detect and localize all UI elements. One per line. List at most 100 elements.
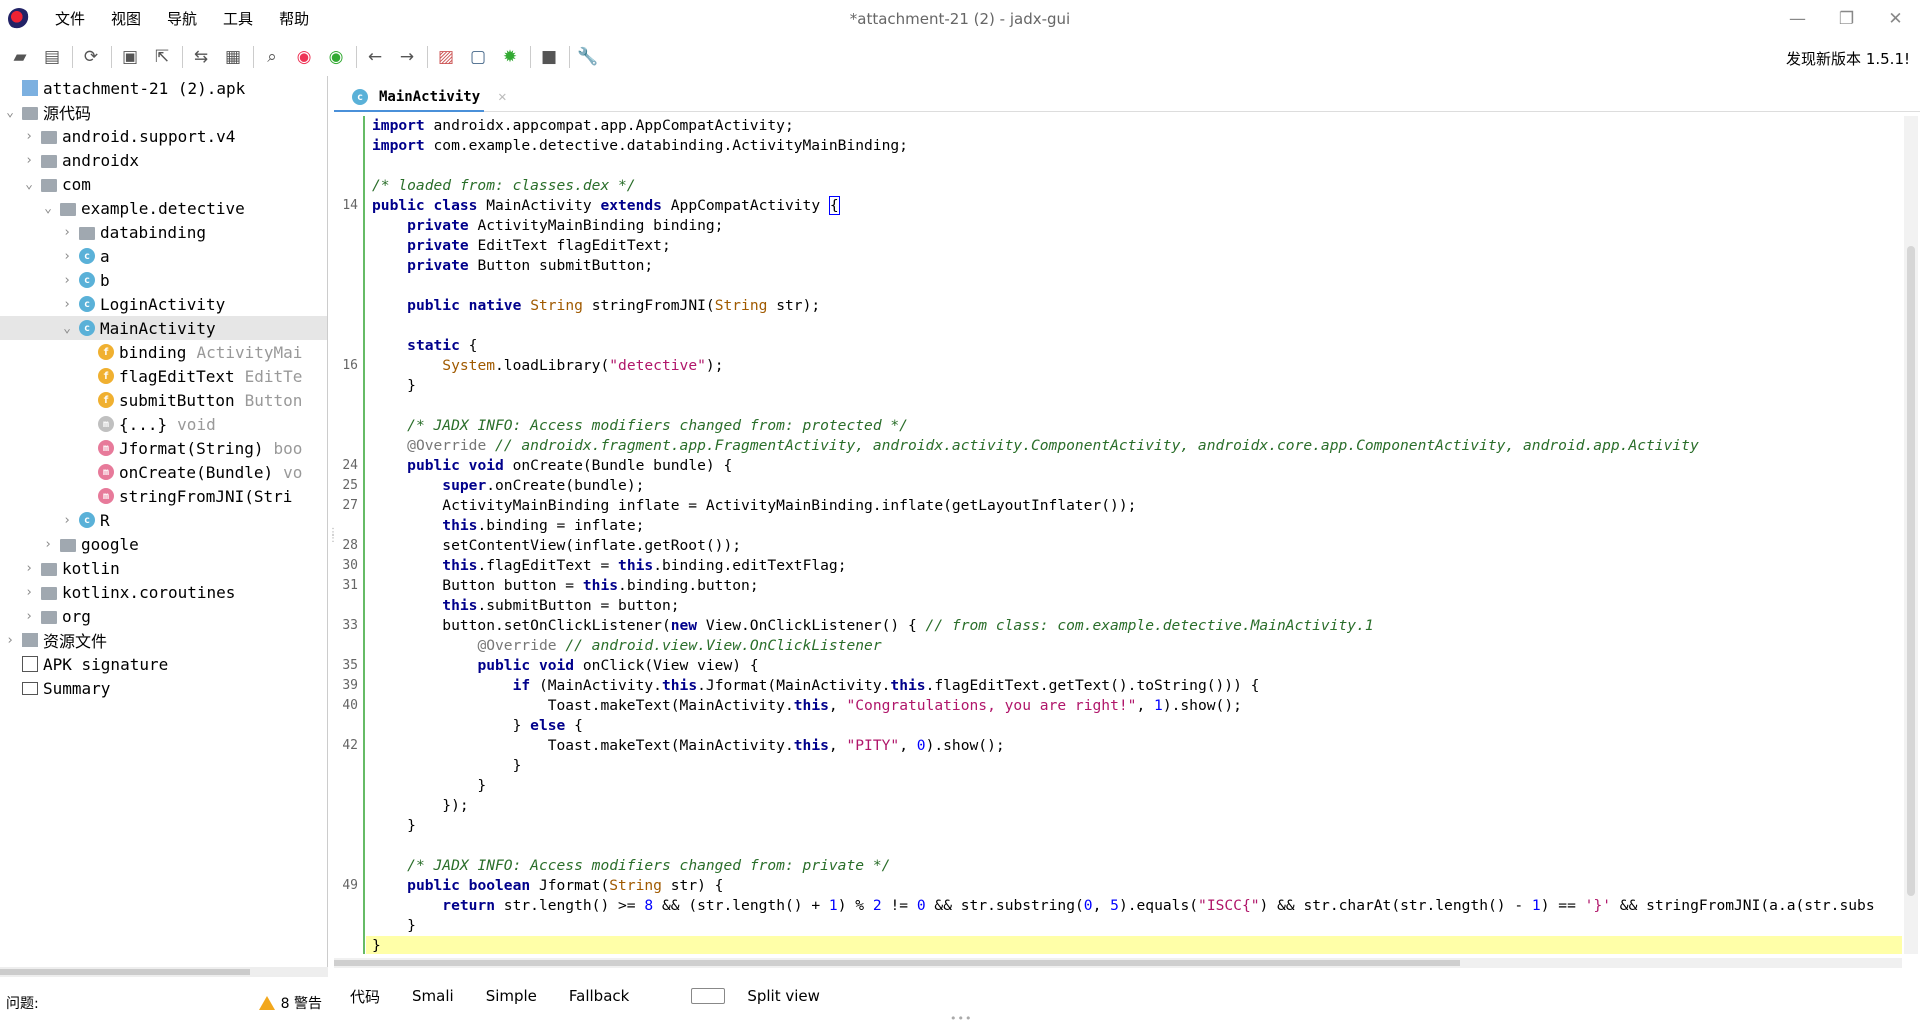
restore-button[interactable]: ❐	[1822, 0, 1871, 38]
code-line[interactable]	[366, 396, 1902, 416]
code-line[interactable]: System.loadLibrary("detective");	[366, 356, 1902, 376]
split-view-checkbox[interactable]	[691, 988, 726, 1004]
chevron-right-icon[interactable]: ›	[21, 585, 37, 600]
sync-icon[interactable]: ⇆	[189, 45, 213, 69]
tree-node[interactable]: › androidx	[0, 148, 327, 172]
debug-icon[interactable]: ✹	[498, 45, 522, 69]
code-line[interactable]: Toast.makeText(MainActivity.this, "PITY"…	[366, 736, 1902, 756]
close-button[interactable]: ✕	[1871, 0, 1920, 38]
tree-node[interactable]: m stringFromJNI(Stri	[0, 484, 327, 508]
code-line[interactable]: @Override // androidx.fragment.app.Fragm…	[366, 436, 1902, 456]
close-tab-icon[interactable]: ✕	[498, 89, 506, 105]
chevron-right-icon[interactable]: ›	[2, 633, 18, 648]
code-line[interactable]: @Override // android.view.View.OnClickLi…	[366, 636, 1902, 656]
tree-node[interactable]: ⌄ c MainActivity	[0, 316, 327, 340]
tree-node[interactable]: Summary	[0, 676, 327, 700]
tree-node[interactable]: › kotlin	[0, 556, 327, 580]
chevron-down-icon[interactable]: ⌄	[40, 201, 56, 216]
code-line[interactable]: /* JADX INFO: Access modifiers changed f…	[366, 416, 1902, 436]
tab-fallback[interactable]: Fallback	[553, 987, 645, 1005]
code-line[interactable]	[366, 836, 1902, 856]
code-line[interactable]: }	[366, 916, 1902, 936]
add-file-icon[interactable]: ▤	[40, 45, 64, 69]
decompile-icon[interactable]: ▨	[434, 45, 458, 69]
chevron-right-icon[interactable]: ›	[40, 537, 56, 552]
code-line[interactable]: return str.length() >= 8 && (str.length(…	[366, 896, 1902, 916]
tree-node[interactable]: › c LoginActivity	[0, 292, 327, 316]
flatten-icon[interactable]: ▦	[221, 45, 245, 69]
tree-node[interactable]: m Jformat(String) boo	[0, 436, 327, 460]
export-icon[interactable]: ⇱	[150, 45, 174, 69]
tree-node[interactable]: › c b	[0, 268, 327, 292]
scrollbar-thumb[interactable]	[334, 960, 1460, 966]
scrollbar-thumb[interactable]	[0, 969, 250, 975]
quark-icon[interactable]: ▢	[466, 45, 490, 69]
chevron-right-icon[interactable]: ›	[21, 609, 37, 624]
code-editor[interactable]: import androidx.appcompat.app.AppCompatA…	[366, 116, 1902, 954]
chevron-right-icon[interactable]: ›	[59, 297, 75, 312]
tree-node[interactable]: ⌄ 源代码	[0, 100, 327, 124]
code-line[interactable]	[366, 276, 1902, 296]
code-line[interactable]: } else {	[366, 716, 1902, 736]
chevron-right-icon[interactable]: ›	[59, 225, 75, 240]
chevron-right-icon[interactable]: ›	[59, 513, 75, 528]
tree-node[interactable]: › google	[0, 532, 327, 556]
forward-icon[interactable]: →	[395, 45, 419, 69]
code-line[interactable]: Button button = this.binding.button;	[366, 576, 1902, 596]
log-icon[interactable]: ■	[537, 45, 561, 69]
save-icon[interactable]: ▣	[118, 45, 142, 69]
warnings-indicator[interactable]: 8 警告	[258, 993, 322, 1013]
scrollbar-thumb[interactable]	[1907, 246, 1915, 896]
menu-item[interactable]: 视图	[98, 0, 154, 38]
tree-node[interactable]: › 资源文件	[0, 628, 327, 652]
chevron-right-icon[interactable]: ›	[59, 273, 75, 288]
code-line[interactable]: }	[366, 936, 1902, 954]
code-line[interactable]: private Button submitButton;	[366, 256, 1902, 276]
search-icon[interactable]: ⌕	[260, 45, 284, 69]
resize-grip[interactable]: •••	[950, 1012, 972, 1025]
tree-node[interactable]: › databinding	[0, 220, 327, 244]
code-line[interactable]: Toast.makeText(MainActivity.this, "Congr…	[366, 696, 1902, 716]
find-usage-icon[interactable]: ◉	[324, 45, 348, 69]
tree-node[interactable]: › kotlinx.coroutines	[0, 580, 327, 604]
tree-horizontal-scrollbar[interactable]	[0, 967, 328, 977]
chevron-right-icon[interactable]: ›	[59, 249, 75, 264]
code-line[interactable]: }	[366, 376, 1902, 396]
code-line[interactable]: private EditText flagEditText;	[366, 236, 1902, 256]
tree-node[interactable]: › c a	[0, 244, 327, 268]
menu-item[interactable]: 导航	[154, 0, 210, 38]
tree-node[interactable]: › org	[0, 604, 327, 628]
code-line[interactable]: setContentView(inflate.getRoot());	[366, 536, 1902, 556]
code-line[interactable]: button.setOnClickListener(new View.OnCli…	[366, 616, 1902, 636]
chevron-down-icon[interactable]: ⌄	[59, 321, 75, 336]
menu-item[interactable]: 帮助	[266, 0, 322, 38]
code-line[interactable]: /* JADX INFO: Access modifiers changed f…	[366, 856, 1902, 876]
code-line[interactable]: }	[366, 776, 1902, 796]
code-line[interactable]: import androidx.appcompat.app.AppCompatA…	[366, 116, 1902, 136]
menu-item[interactable]: 文件	[42, 0, 98, 38]
code-line[interactable]: ActivityMainBinding inflate = ActivityMa…	[366, 496, 1902, 516]
refresh-icon[interactable]: ⟳	[79, 45, 103, 69]
tree-node[interactable]: f binding ActivityMai	[0, 340, 327, 364]
code-line[interactable]: if (MainActivity.this.Jformat(MainActivi…	[366, 676, 1902, 696]
tree-node[interactable]: f flagEditText EditTe	[0, 364, 327, 388]
code-line[interactable]: super.onCreate(bundle);	[366, 476, 1902, 496]
chevron-down-icon[interactable]: ⌄	[2, 105, 18, 120]
code-line[interactable]: public boolean Jformat(String str) {	[366, 876, 1902, 896]
code-line[interactable]: public void onCreate(Bundle bundle) {	[366, 456, 1902, 476]
code-line[interactable]: this.submitButton = button;	[366, 596, 1902, 616]
code-line[interactable]: /* loaded from: classes.dex */	[366, 176, 1902, 196]
code-line[interactable]: });	[366, 796, 1902, 816]
chevron-down-icon[interactable]: ⌄	[21, 177, 37, 192]
code-line[interactable]: this.flagEditText = this.binding.editTex…	[366, 556, 1902, 576]
editor-vertical-scrollbar[interactable]	[1904, 116, 1918, 954]
code-line[interactable]: }	[366, 816, 1902, 836]
code-line[interactable]: public void onClick(View view) {	[366, 656, 1902, 676]
code-line[interactable]	[366, 156, 1902, 176]
tab-mainactivity[interactable]: c MainActivity ✕	[348, 82, 507, 112]
tree-node[interactable]: f submitButton Button	[0, 388, 327, 412]
code-line[interactable]: }	[366, 756, 1902, 776]
code-line[interactable]: private ActivityMainBinding binding;	[366, 216, 1902, 236]
tree-node[interactable]: ⌄ com	[0, 172, 327, 196]
update-notice[interactable]: 发现新版本 1.5.1!	[1786, 48, 1910, 69]
